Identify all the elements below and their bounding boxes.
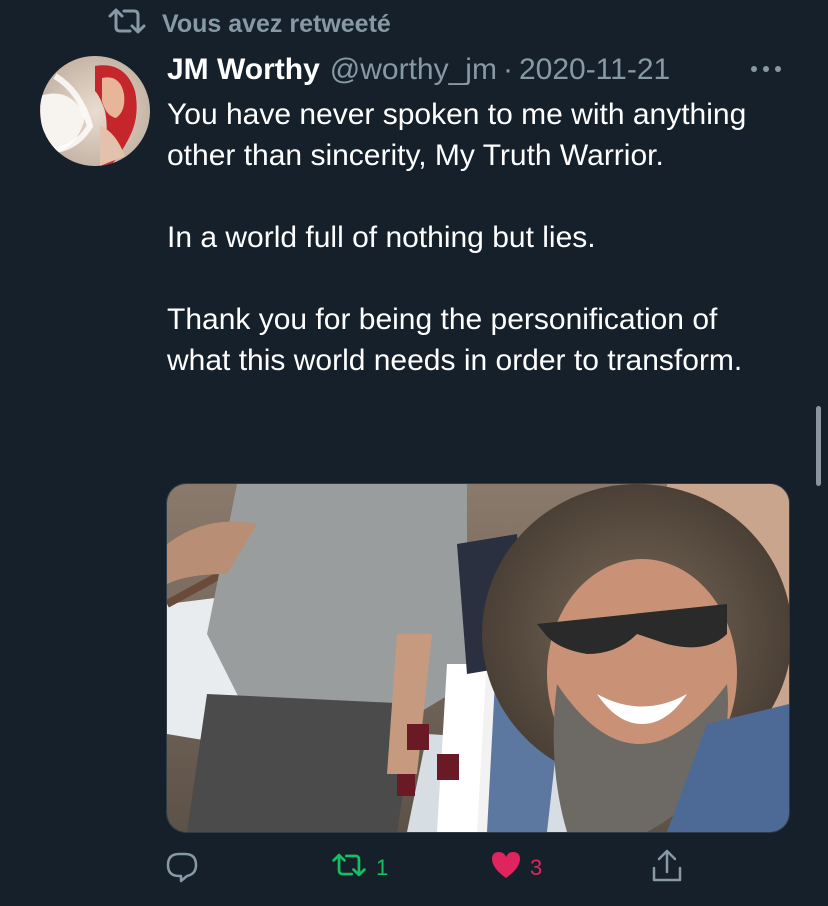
like-button[interactable]: 3 — [490, 850, 542, 886]
separator-dot: · — [502, 53, 513, 86]
retweet-button[interactable]: 1 — [330, 850, 388, 886]
more-options-button[interactable] — [748, 58, 784, 82]
reply-button[interactable] — [165, 850, 207, 890]
tweet-photo[interactable] — [166, 483, 790, 833]
retweet-icon — [330, 850, 368, 886]
more-icon — [748, 61, 784, 79]
tweet-paragraph: You have never spoken to me with anythin… — [167, 98, 747, 172]
display-name[interactable]: JM Worthy — [167, 53, 320, 87]
retweet-count: 1 — [376, 855, 389, 880]
avatar[interactable] — [40, 56, 150, 166]
share-icon — [650, 848, 684, 890]
tweet-actions: 1 3 — [0, 846, 828, 890]
tweet-paragraph: In a world full of nothing but lies. — [167, 221, 596, 254]
tweet-header: JM Worthy @worthy_jm · 2020-11-21 — [167, 50, 670, 90]
retweet-icon — [106, 7, 148, 42]
retweet-context-label: Vous avez retweeté — [162, 9, 391, 38]
tweet-paragraph: Thank you for being the personification … — [167, 303, 743, 377]
scrollbar[interactable] — [816, 406, 821, 486]
tweet-date[interactable]: 2020-11-21 — [519, 53, 670, 87]
reply-icon — [165, 850, 199, 890]
retweet-context[interactable]: Vous avez retweeté — [106, 6, 391, 42]
tweet-text: You have never spoken to me with anythin… — [167, 94, 787, 381]
user-handle[interactable]: @worthy_jm — [330, 53, 497, 87]
share-button[interactable] — [650, 848, 684, 890]
heart-icon — [490, 850, 522, 886]
like-count: 3 — [530, 855, 543, 880]
